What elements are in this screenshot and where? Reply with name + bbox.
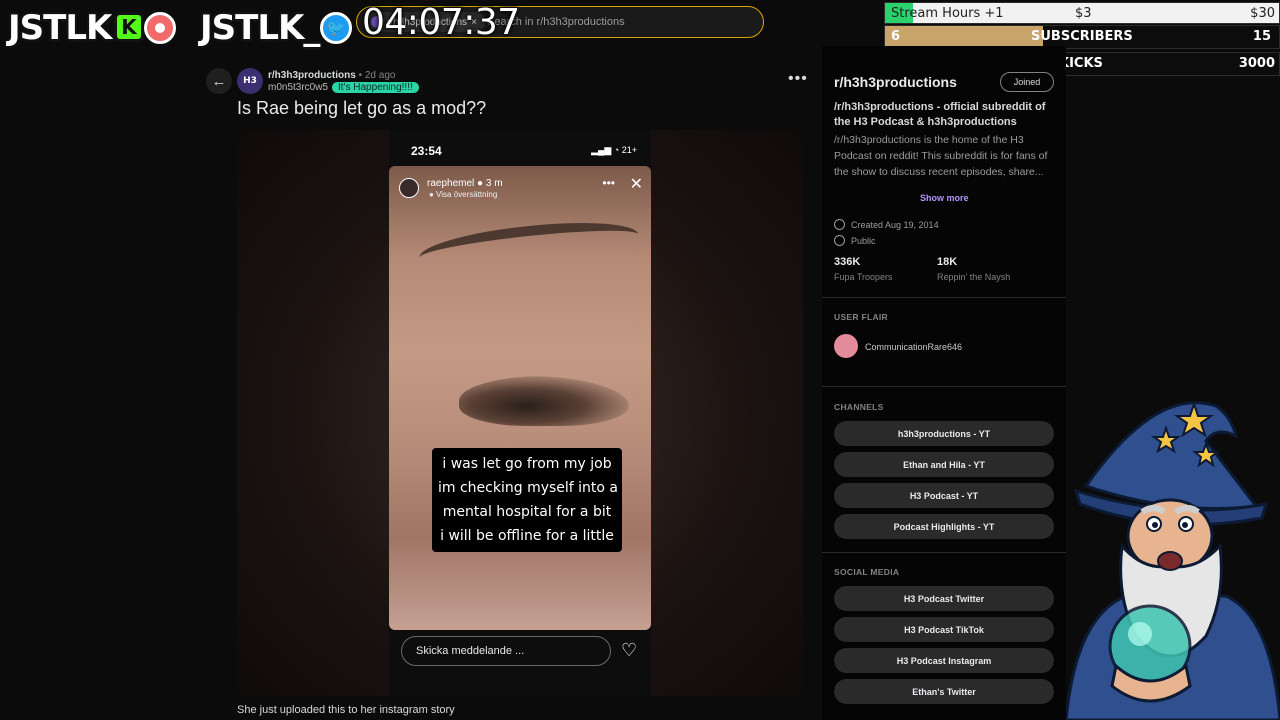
wizard-mascot: [1066, 400, 1280, 720]
visibility-text: Public: [851, 235, 876, 246]
channel-link[interactable]: H3 Podcast - YT: [834, 483, 1054, 508]
record-icon: [144, 12, 176, 44]
online-count: 18K: [937, 256, 958, 268]
more-options-icon[interactable]: •••: [788, 70, 808, 88]
kick-logo-icon: K: [114, 12, 144, 42]
subreddit-link[interactable]: r/h3h3productions: [268, 70, 356, 81]
story-caption-line: mental hospital for a bit: [442, 504, 612, 520]
created-date: Created Aug 19, 2014: [834, 219, 939, 230]
post-media[interactable]: 23:54 ▂▄▆ ◔ 21+ raephemel ● 3 m ● Visa ö…: [237, 130, 803, 696]
divider: [822, 552, 1066, 553]
subreddit-sidebar: r/h3h3productions Joined /r/h3h3producti…: [822, 46, 1066, 720]
created-date-text: Created Aug 19, 2014: [851, 219, 939, 230]
globe-icon: [834, 235, 845, 246]
post-title: Is Rae being let go as a mod??: [237, 98, 487, 118]
goal-subscribers-label: SUBSCRIBERS: [1031, 29, 1133, 44]
post-body: She just uploaded this to her instagram …: [237, 704, 455, 716]
story-more-icon: •••: [602, 176, 615, 190]
post-author-line: m0n5t3rc0w5 It's Happening!!!!: [268, 82, 419, 93]
social-media-heading: SOCIAL MEDIA: [834, 567, 900, 577]
author-link[interactable]: m0n5t3rc0w5: [268, 82, 328, 93]
user-flair-heading: USER FLAIR: [834, 312, 888, 322]
stream-logo-right: JSTLK_: [200, 8, 320, 48]
channel-link[interactable]: Podcast Highlights - YT: [834, 514, 1054, 539]
divider: [822, 297, 1066, 298]
back-button[interactable]: ←: [206, 68, 232, 94]
sidebar-subreddit-name[interactable]: r/h3h3productions: [834, 74, 957, 90]
social-link[interactable]: H3 Podcast TikTok: [834, 617, 1054, 642]
joined-button[interactable]: Joined: [1000, 72, 1054, 92]
cake-icon: [834, 219, 845, 230]
goal-kicks-target: 3000: [1238, 56, 1275, 71]
subreddit-avatar[interactable]: H3: [237, 68, 263, 94]
story-caption: i was let go from my job im checking mys…: [432, 448, 622, 552]
divider: [822, 386, 1066, 387]
story-message-field: Skicka meddelande ...: [401, 636, 611, 666]
user-avatar: [834, 334, 858, 358]
channel-link[interactable]: h3h3productions - YT: [834, 421, 1054, 446]
story-caption-line: im checking myself into a: [438, 480, 619, 496]
channel-link[interactable]: Ethan and Hila - YT: [834, 452, 1054, 477]
eye-shape: [459, 376, 629, 426]
post-age: • 2d ago: [358, 70, 396, 81]
show-more-button[interactable]: Show more: [920, 193, 969, 203]
story-image: raephemel ● 3 m ● Visa översättning ••• …: [389, 166, 651, 630]
social-link[interactable]: H3 Podcast Instagram: [834, 648, 1054, 673]
goal-stream-hours-mid: $3: [1075, 6, 1092, 21]
channels-heading: CHANNELS: [834, 402, 884, 412]
eyebrow-shape: [417, 214, 641, 278]
post-meta: r/h3h3productions • 2d ago: [268, 70, 395, 81]
goal-subscribers-current: 6: [891, 29, 901, 44]
phone-time: 23:54: [411, 144, 442, 158]
goal-stream-hours-end: $30: [1250, 6, 1275, 21]
twitter-bird-icon: 🐦: [320, 12, 352, 44]
goal-subscribers-target: 15: [1252, 29, 1271, 44]
story-close-icon: ✕: [629, 176, 643, 193]
stream-logo-left: JSTLK: [8, 8, 112, 48]
sidebar-tagline: /r/h3h3productions - official subreddit …: [834, 101, 1046, 128]
social-link[interactable]: Ethan's Twitter: [834, 679, 1054, 704]
online-label: Reppin' the Naysh: [937, 272, 1011, 282]
story-translate: ● Visa översättning: [429, 190, 498, 199]
visibility: Public: [834, 235, 876, 246]
story-screenshot: 23:54 ▂▄▆ ◔ 21+ raephemel ● 3 m ● Visa ö…: [389, 130, 651, 696]
social-link[interactable]: H3 Podcast Twitter: [834, 586, 1054, 611]
sidebar-description: /r/h3h3productions is the home of the H3…: [834, 134, 1048, 178]
story-caption-line: i was let go from my job: [442, 456, 612, 472]
member-label: Fupa Troopers: [834, 272, 893, 282]
user-flair-name[interactable]: CommunicationRare646: [865, 342, 962, 352]
story-caption-line: i will be offline for a little: [440, 528, 614, 544]
stream-timer: 04:07:37: [362, 2, 520, 43]
heart-icon: ♡: [621, 640, 638, 660]
user-flair-badge: It's Happening!!!!: [332, 82, 419, 93]
goal-subscribers-fill: [885, 26, 1044, 48]
member-count: 336K: [834, 256, 861, 268]
phone-status-icons: ▂▄▆ ◔ 21+: [591, 145, 637, 155]
story-username: raephemel ● 3 m: [427, 178, 503, 189]
goal-stream-hours: Stream Hours +1 $3 $30: [884, 2, 1280, 24]
goal-stream-hours-label: Stream Hours +1: [891, 6, 1004, 21]
story-avatar: [399, 178, 419, 198]
